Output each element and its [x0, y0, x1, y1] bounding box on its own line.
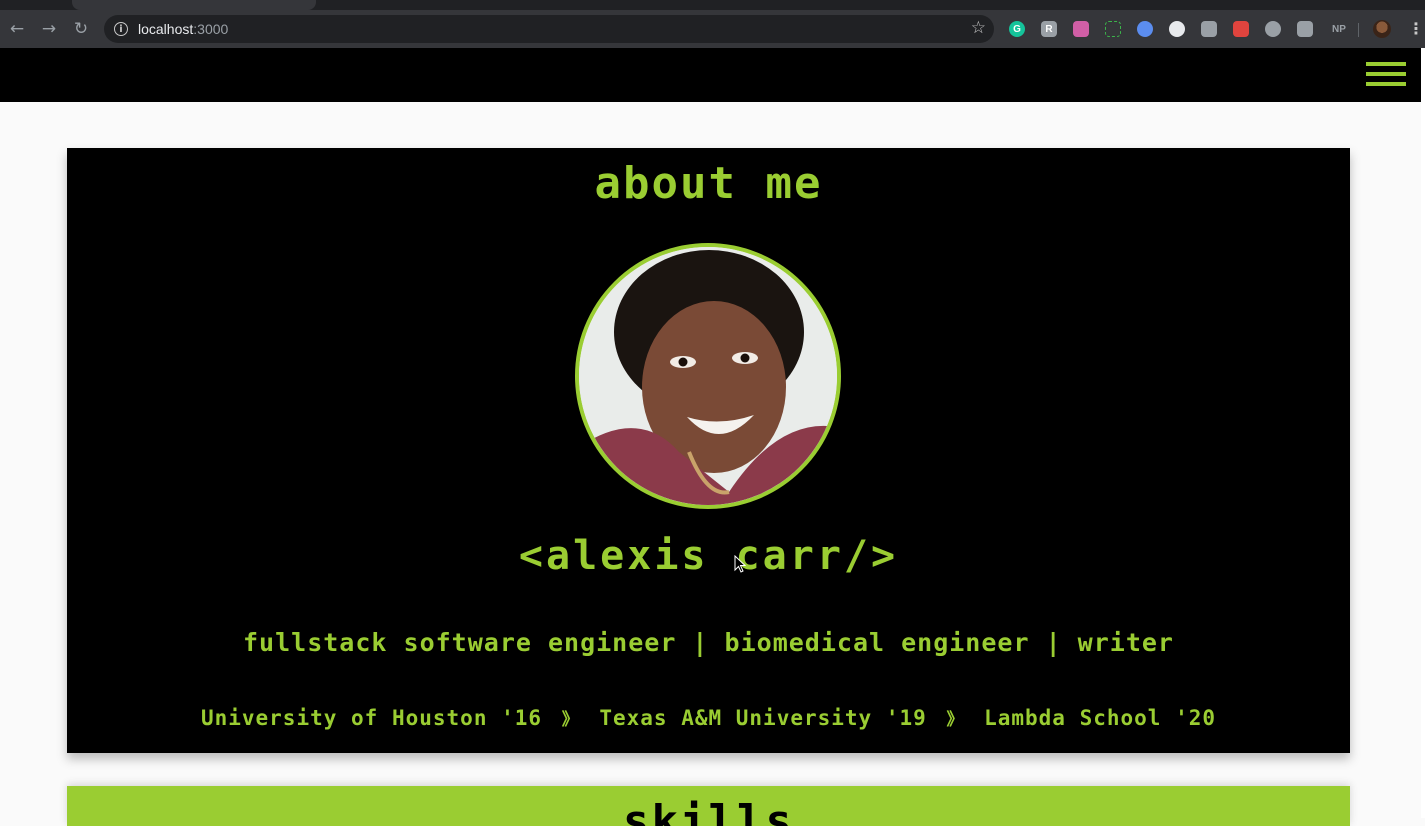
education-list: University of Houston '16 》 Texas A&M Un… [67, 705, 1350, 730]
bookmark-star-icon[interactable]: ☆ [971, 18, 986, 38]
extension-hex-icon[interactable] [1297, 21, 1313, 37]
extension-gear-icon[interactable] [1201, 21, 1217, 37]
browser-menu-icon[interactable]: ⋮ [1408, 19, 1424, 38]
extension-pink-icon[interactable] [1073, 21, 1089, 37]
toolbar-divider [1358, 23, 1359, 37]
scrollbar-track[interactable] [1421, 48, 1425, 818]
reload-icon[interactable]: ↻ [70, 18, 92, 40]
extension-dashed-icon[interactable] [1105, 21, 1121, 37]
forward-arrow-icon[interactable]: → [38, 18, 60, 40]
about-section: about me <alexis carr/> fullstack softwa… [67, 148, 1350, 753]
address-bar[interactable]: i localhost:3000 ☆ [104, 15, 994, 43]
skills-title: skills [623, 796, 794, 826]
extension-blue-icon[interactable] [1137, 21, 1153, 37]
about-title: about me [594, 158, 823, 209]
site-navbar [0, 48, 1421, 102]
extension-red-icon[interactable] [1233, 21, 1249, 37]
url-port: :3000 [193, 21, 229, 37]
role-list: fullstack software engineer | biomedical… [243, 628, 1174, 657]
mouse-cursor-icon [734, 555, 746, 573]
grammarly-icon[interactable]: G [1009, 21, 1025, 37]
skills-section: skills [67, 786, 1350, 826]
school-item: Lambda School '20 [984, 706, 1217, 730]
developer-name: <alexis carr/> [518, 533, 899, 579]
extension-target-icon[interactable] [1265, 21, 1281, 37]
extension-r-icon[interactable]: R [1041, 21, 1057, 37]
browser-tabstrip [0, 0, 1425, 10]
school-separator: 》 [946, 710, 965, 730]
school-item: Texas A&M University '19 [599, 706, 927, 730]
profile-avatar-icon[interactable] [1373, 20, 1391, 38]
profile-photo [575, 243, 841, 509]
extension-np-icon[interactable]: NP [1329, 21, 1349, 37]
school-separator: 》 [561, 710, 580, 730]
school-item: University of Houston '16 [200, 706, 543, 730]
github-icon[interactable] [1169, 21, 1185, 37]
browser-toolbar: ← → ↻ i localhost:3000 ☆ G R NP ⋮ [0, 10, 1425, 48]
browser-tab-active[interactable] [72, 0, 316, 10]
url-host: localhost [138, 21, 194, 37]
site-info-icon[interactable]: i [114, 22, 128, 36]
back-arrow-icon[interactable]: ← [6, 18, 28, 40]
url-text[interactable]: localhost:3000 [138, 21, 228, 37]
hamburger-menu-icon[interactable] [1366, 62, 1406, 88]
